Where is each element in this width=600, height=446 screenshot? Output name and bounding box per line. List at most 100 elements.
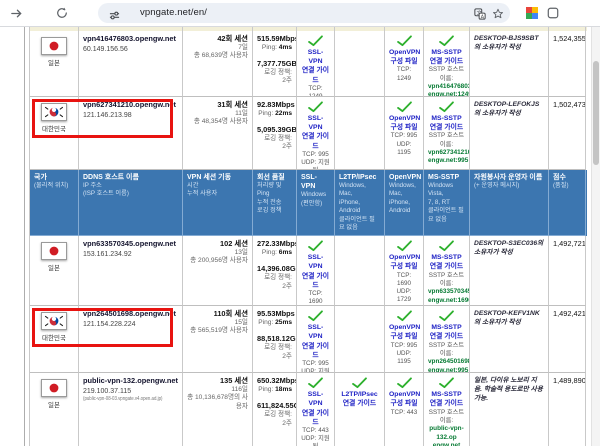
openvpn-cell: OpenVPN구성 파일TCP: 995UDP: 1195: [385, 306, 424, 373]
ssl-vpn-guide-link[interactable]: SSL-VPN: [301, 114, 330, 132]
session-line: 총 200,956명 사용자: [187, 257, 248, 266]
header-cell: DDNS 호스트 이름IP 주소(ISP 호스트 이름): [79, 170, 183, 236]
logging-value: 2주: [257, 77, 292, 86]
country-label: 일본: [34, 265, 74, 273]
ssl-vpn-guide-link[interactable]: 연결 가이드: [301, 66, 330, 84]
ping-value: Ping: 25ms: [257, 319, 292, 328]
ssl-vpn-guide-link[interactable]: 연결 가이드: [301, 409, 330, 427]
header-line: Windows: [301, 191, 330, 199]
openvpn-guide-link[interactable]: OpenVPN: [389, 390, 419, 399]
reload-icon[interactable]: [52, 3, 72, 23]
url-text: vpngate.net/en/: [140, 7, 207, 18]
header-line: VPN 세션 기동: [187, 173, 248, 182]
side-panel-icon[interactable]: [543, 3, 563, 23]
ssl-vpn-guide-link[interactable]: SSL-VPN: [301, 253, 330, 271]
host-cell: vpn264501698.opengw.net121.154.228.224: [79, 306, 183, 373]
ssl-vpn-port-info: TCP: 995: [301, 151, 330, 159]
jp-flag-icon: [41, 242, 67, 260]
openvpn-port-info: TCP: 443: [389, 409, 419, 417]
openvpn-guide-link[interactable]: 구성 파일: [389, 332, 419, 341]
address-bar[interactable]: vpngate.net/en/ 文A: [98, 3, 510, 23]
ssl-vpn-guide-link[interactable]: 연결 가이드: [301, 342, 330, 360]
scrollbar-thumb[interactable]: [593, 61, 599, 165]
ms-sstp-guide-link[interactable]: MS-SSTP: [428, 114, 465, 123]
header-line: 국가: [34, 173, 74, 182]
vertical-scrollbar[interactable]: [591, 27, 600, 446]
header-line: 누적 사용자: [187, 190, 248, 198]
score-value: 1,524,355: [553, 34, 581, 44]
session-line: 총 48,354명 사용자: [187, 118, 248, 127]
ms-sstp-check-icon: [428, 310, 465, 323]
header-line: SSL-VPN: [301, 173, 330, 191]
jp-flag-icon: [41, 37, 67, 55]
header-cell: SSL-VPNWindows(편안함): [297, 170, 335, 236]
session-line: 110회 세션: [187, 309, 248, 319]
ms-sstp-sstp-hostname: vpn264501698.op: [428, 358, 465, 367]
ssl-vpn-guide-link[interactable]: 연결 가이드: [301, 272, 330, 290]
openvpn-guide-link[interactable]: OpenVPN: [389, 114, 419, 123]
ssl-vpn-guide-link[interactable]: SSL-VPN: [301, 48, 330, 66]
openvpn-check-icon: [389, 240, 419, 253]
bookmark-star-icon[interactable]: [492, 7, 504, 25]
ms-sstp-check-icon: [428, 35, 465, 48]
transfer-value: 7,377.75GB: [257, 59, 292, 69]
openvpn-guide-link[interactable]: 구성 파일: [389, 399, 419, 408]
l2tp-ipsec-guide-link[interactable]: L2TP/IPsec: [339, 390, 380, 399]
ms-sstp-sstp-hostname: vpn416476803.op: [428, 83, 465, 92]
l2tp-ipsec-check-icon: [339, 377, 380, 390]
openvpn-cell: OpenVPN구성 파일TCP: 1249: [385, 31, 424, 97]
ms-sstp-guide-link[interactable]: MS-SSTP: [428, 48, 465, 57]
ms-sstp-guide-link[interactable]: MS-SSTP: [428, 390, 465, 399]
ms-sstp-cell: MS-SSTP연결 가이드SSTP 호스트 이름:vpn416476803.op…: [424, 31, 470, 97]
header-cell: 회선 품질처리량 및 Ping누적 전송로깅 정책: [253, 170, 297, 236]
ssl-vpn-check-icon: [301, 377, 330, 390]
ssl-vpn-guide-link[interactable]: SSL-VPN: [301, 390, 330, 408]
openvpn-guide-link[interactable]: OpenVPN: [389, 48, 419, 57]
header-line: Windows, Mac,: [339, 182, 380, 199]
ping-value: Ping: 18ms: [257, 386, 292, 395]
header-cell: MS-SSTPWindows Vista,7, 8, RT클라이언트 필요 없음: [424, 170, 470, 236]
forward-arrow-icon[interactable]: [6, 3, 26, 23]
transfer-value: 14,396.08GB: [257, 264, 292, 274]
openvpn-guide-link[interactable]: 구성 파일: [389, 57, 419, 66]
quality-cell: 515.59MbpsPing: 4ms7,377.75GB로깅 정책:2주: [253, 31, 297, 97]
openvpn-guide-link[interactable]: 구성 파일: [389, 262, 419, 271]
openvpn-port-info: TCP: 995: [389, 342, 419, 350]
ms-sstp-guide-link[interactable]: 연결 가이드: [428, 123, 465, 132]
ip-address: 60.149.156.56: [83, 45, 178, 54]
ms-sstp-guide-link[interactable]: MS-SSTP: [428, 253, 465, 262]
ms-sstp-check-icon: [428, 377, 465, 390]
operator-cell: DESKTOP-KEFV1NK의 소유자가 작성: [470, 306, 549, 373]
header-line: (물리적 위치): [34, 182, 74, 190]
country-cell: 일본: [30, 373, 79, 446]
openvpn-guide-link[interactable]: 구성 파일: [389, 123, 419, 132]
translate-icon[interactable]: 文A: [474, 7, 486, 25]
session-line: 7일: [187, 44, 248, 53]
ms-sstp-guide-link[interactable]: 연결 가이드: [428, 332, 465, 341]
header-line: iPhone, Android: [339, 199, 380, 216]
country-cell: 대한민국: [30, 97, 79, 170]
ddns-hostname: vpn416476803.opengw.net: [83, 34, 178, 44]
header-line: (ISP 호스트 이름): [83, 190, 178, 198]
logging-label: 로깅 정책:: [257, 274, 292, 283]
ms-sstp-guide-link[interactable]: 연결 가이드: [428, 57, 465, 66]
ms-sstp-guide-link[interactable]: 연결 가이드: [428, 399, 465, 408]
country-cell: 일본: [30, 31, 79, 97]
ms-sstp-guide-link[interactable]: 연결 가이드: [428, 262, 465, 271]
header-cell: 자원봉사자 운영자 이름(+ 운영자 메시지): [470, 170, 549, 236]
openvpn-cell: OpenVPN구성 파일TCP: 1690UDP: 1729: [385, 236, 424, 306]
extension-icon[interactable]: [522, 3, 542, 23]
openvpn-check-icon: [389, 377, 419, 390]
ms-sstp-host-label: SSTP 호스트 이름:: [428, 409, 465, 425]
ssl-vpn-guide-link[interactable]: 연결 가이드: [301, 132, 330, 150]
host-cell: vpn633570345.opengw.net153.161.234.92: [79, 236, 183, 306]
openvpn-guide-link[interactable]: OpenVPN: [389, 253, 419, 262]
ssl-vpn-guide-link[interactable]: SSL-VPN: [301, 323, 330, 341]
operator-text: 일본, 다이유 노보리 지음. 학술적 용도로만 사용 가능.: [474, 376, 544, 403]
site-settings-icon[interactable]: [109, 8, 120, 26]
logging-value: 2주: [257, 420, 292, 429]
ms-sstp-guide-link[interactable]: MS-SSTP: [428, 323, 465, 332]
openvpn-guide-link[interactable]: OpenVPN: [389, 323, 419, 332]
l2tp-ipsec-guide-link[interactable]: 연결 가이드: [339, 399, 380, 408]
header-cell: 국가(물리적 위치): [30, 170, 79, 236]
